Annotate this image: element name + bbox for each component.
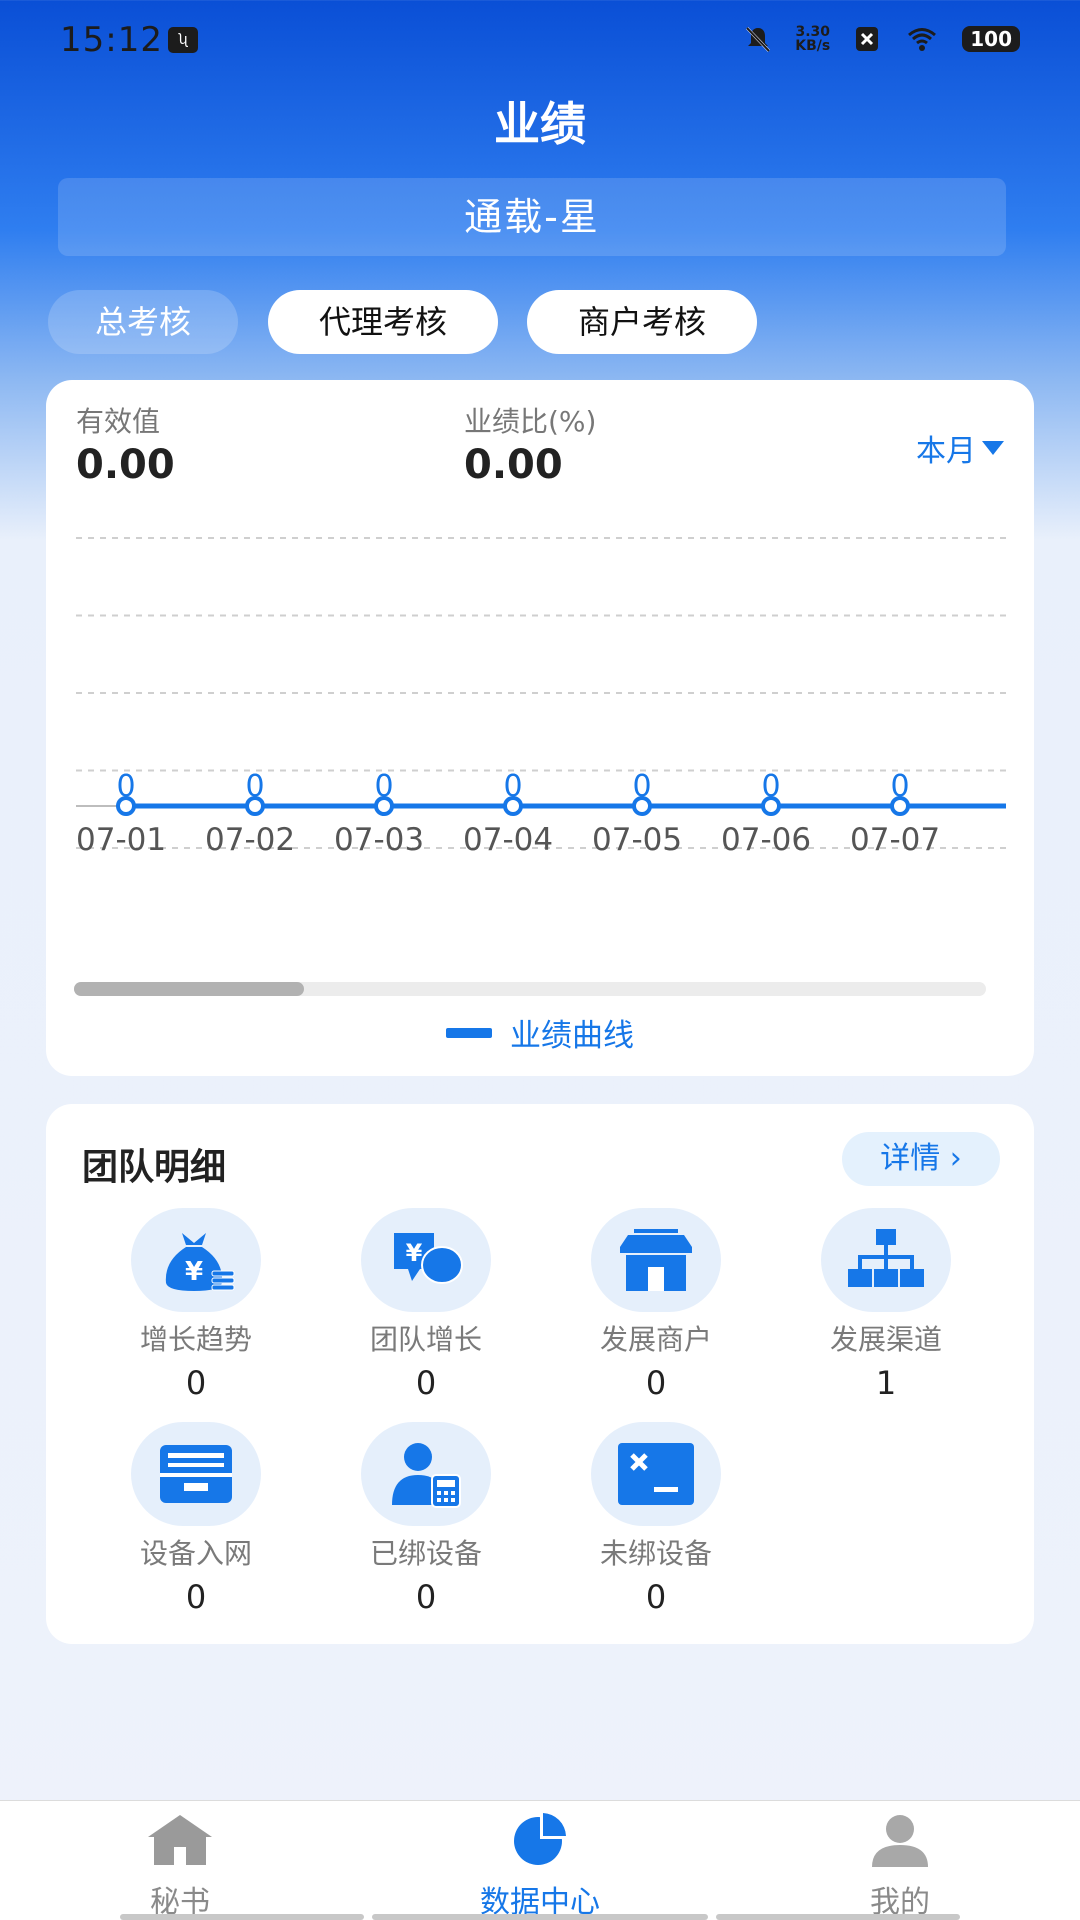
team-item-label: 发展渠道 — [829, 1323, 942, 1356]
period-label: 本月 — [916, 434, 976, 469]
team-detail-card: 团队明细 详情 › ¥ 增长趋势 0 ¥ 团队增长 0 发展商户 0 发展渠道 … — [46, 1104, 1034, 1644]
data-label: 0 — [245, 769, 264, 804]
icon-circle — [591, 1208, 721, 1312]
agent-name-bar[interactable]: 通载-星 — [58, 178, 1006, 256]
svg-text:¥: ¥ — [185, 1257, 203, 1287]
team-item-label: 未绑设备 — [599, 1537, 712, 1570]
team-item-develop-channels[interactable]: 发展渠道 1 — [786, 1208, 986, 1402]
nav-secretary[interactable]: 秘书 — [30, 1811, 330, 1920]
effective-value: 0.00 — [76, 442, 175, 488]
nav-mine[interactable]: 我的 — [750, 1811, 1050, 1920]
data-label: 0 — [374, 769, 393, 804]
net-speed-unit: KB/s — [795, 38, 831, 54]
data-label: 0 — [632, 769, 651, 804]
team-detail-title: 团队明细 — [82, 1147, 227, 1188]
x-tick-label: 07-03 — [334, 822, 424, 858]
triangle-down-icon — [982, 441, 1004, 455]
icon-circle — [131, 1422, 261, 1526]
performance-ratio-value: 0.00 — [464, 442, 563, 488]
team-item-value: 0 — [415, 1578, 437, 1616]
team-item-label: 增长趋势 — [139, 1323, 252, 1356]
chart-scrollbar[interactable] — [74, 982, 986, 996]
status-time: 15:12 — [60, 20, 163, 60]
nav-data-center[interactable]: 数据中心 — [390, 1811, 690, 1920]
yuan-chat-icon: ¥ — [394, 1233, 463, 1284]
data-label: 0 — [761, 769, 780, 804]
team-item-develop-merchants[interactable]: 发展商户 0 — [556, 1208, 756, 1402]
nav-underline — [120, 1914, 364, 1920]
performance-ratio-label: 业绩比(%) — [464, 405, 597, 438]
store-icon — [620, 1229, 692, 1291]
icon-circle: ¥ — [361, 1208, 491, 1312]
nav-underline — [372, 1914, 708, 1920]
chart-legend: 业绩曲线 — [46, 1010, 1034, 1055]
bottom-tab-bar: 秘书 数据中心 我的 — [0, 1800, 1080, 1920]
team-item-value: 0 — [185, 1578, 207, 1616]
data-label: 0 — [116, 769, 135, 804]
team-item-growth-trend[interactable]: ¥ 增长趋势 0 — [96, 1208, 296, 1402]
status-bar: 15:12 ʯ 3.30 KB/s 100 — [0, 0, 1080, 80]
x-tick-label: 07-05 — [592, 822, 682, 858]
icon-circle — [821, 1208, 951, 1312]
team-item-value: 0 — [645, 1578, 667, 1616]
tab-merchant-assessment[interactable]: 商户考核 — [527, 290, 757, 354]
performance-card: 有效值 0.00 业绩比(%) 0.00 本月 0 0 0 0 0 0 0 07-01 07-0… — [46, 380, 1034, 1076]
team-item-bound-devices[interactable]: 已绑设备 0 — [326, 1422, 526, 1616]
terminal-unbind-icon — [618, 1443, 694, 1505]
team-item-unbound-devices[interactable]: 未绑设备 0 — [556, 1422, 756, 1616]
team-item-value: 0 — [645, 1364, 667, 1402]
page-title: 业绩 — [494, 97, 586, 151]
period-selector[interactable]: 本月 — [916, 426, 1004, 470]
sim-x-icon — [856, 27, 879, 51]
chart-scroll-thumb[interactable] — [74, 982, 304, 996]
status-right: 3.30 KB/s 100 — [743, 24, 1020, 54]
detail-button[interactable]: 详情 › — [842, 1132, 1000, 1186]
home-icon — [148, 1815, 212, 1865]
team-item-value: 1 — [875, 1364, 897, 1402]
net-speed-value: 3.30 — [795, 24, 831, 40]
money-bag-icon: ¥ — [165, 1233, 235, 1291]
user-pos-icon — [392, 1443, 461, 1508]
team-item-label: 设备入网 — [139, 1537, 252, 1570]
team-item-label: 发展商户 — [599, 1323, 712, 1356]
x-tick-label: 07-06 — [721, 822, 811, 858]
icon-circle: ¥ — [131, 1208, 261, 1312]
x-tick-label: 07-01 — [76, 822, 166, 858]
data-label: 0 — [890, 769, 909, 804]
user-icon — [872, 1815, 928, 1867]
team-item-label: 团队增长 — [369, 1323, 482, 1356]
pie-chart-icon — [514, 1813, 566, 1865]
team-item-value: 0 — [185, 1364, 207, 1402]
app-notification-icon: ʯ — [168, 27, 198, 53]
org-chart-icon — [848, 1229, 924, 1287]
x-tick-label: 07-02 — [205, 822, 295, 858]
legend-swatch — [446, 1027, 492, 1038]
effective-value-label: 有效值 — [76, 405, 161, 438]
team-item-value: 0 — [415, 1364, 437, 1402]
battery-indicator: 100 — [962, 26, 1020, 52]
inbox-icon — [160, 1445, 232, 1503]
x-tick-label: 07-07 — [850, 822, 940, 858]
nav-underline — [716, 1914, 960, 1920]
icon-circle — [591, 1422, 721, 1526]
detail-label: 详情 — [880, 1141, 941, 1176]
chevron-right-icon: › — [949, 1141, 962, 1176]
team-item-device-network[interactable]: 设备入网 0 — [96, 1422, 296, 1616]
tab-agent-assessment[interactable]: 代理考核 — [268, 290, 498, 354]
svg-text:¥: ¥ — [406, 1239, 423, 1267]
wifi-icon — [908, 28, 937, 51]
line-chart: 0 0 0 0 0 0 0 07-01 07-02 07-03 07-04 07-05 07-06 07-… — [76, 537, 1006, 858]
bell-muted-icon — [746, 26, 771, 53]
tab-total-assessment[interactable]: 总考核 — [48, 290, 238, 354]
data-label: 0 — [503, 769, 522, 804]
net-speed: 3.30 KB/s — [795, 25, 830, 53]
x-tick-label: 07-04 — [463, 822, 553, 858]
team-item-label: 已绑设备 — [369, 1537, 482, 1570]
legend-label: 业绩曲线 — [510, 1018, 634, 1054]
icon-circle — [361, 1422, 491, 1526]
team-item-team-growth[interactable]: ¥ 团队增长 0 — [326, 1208, 526, 1402]
